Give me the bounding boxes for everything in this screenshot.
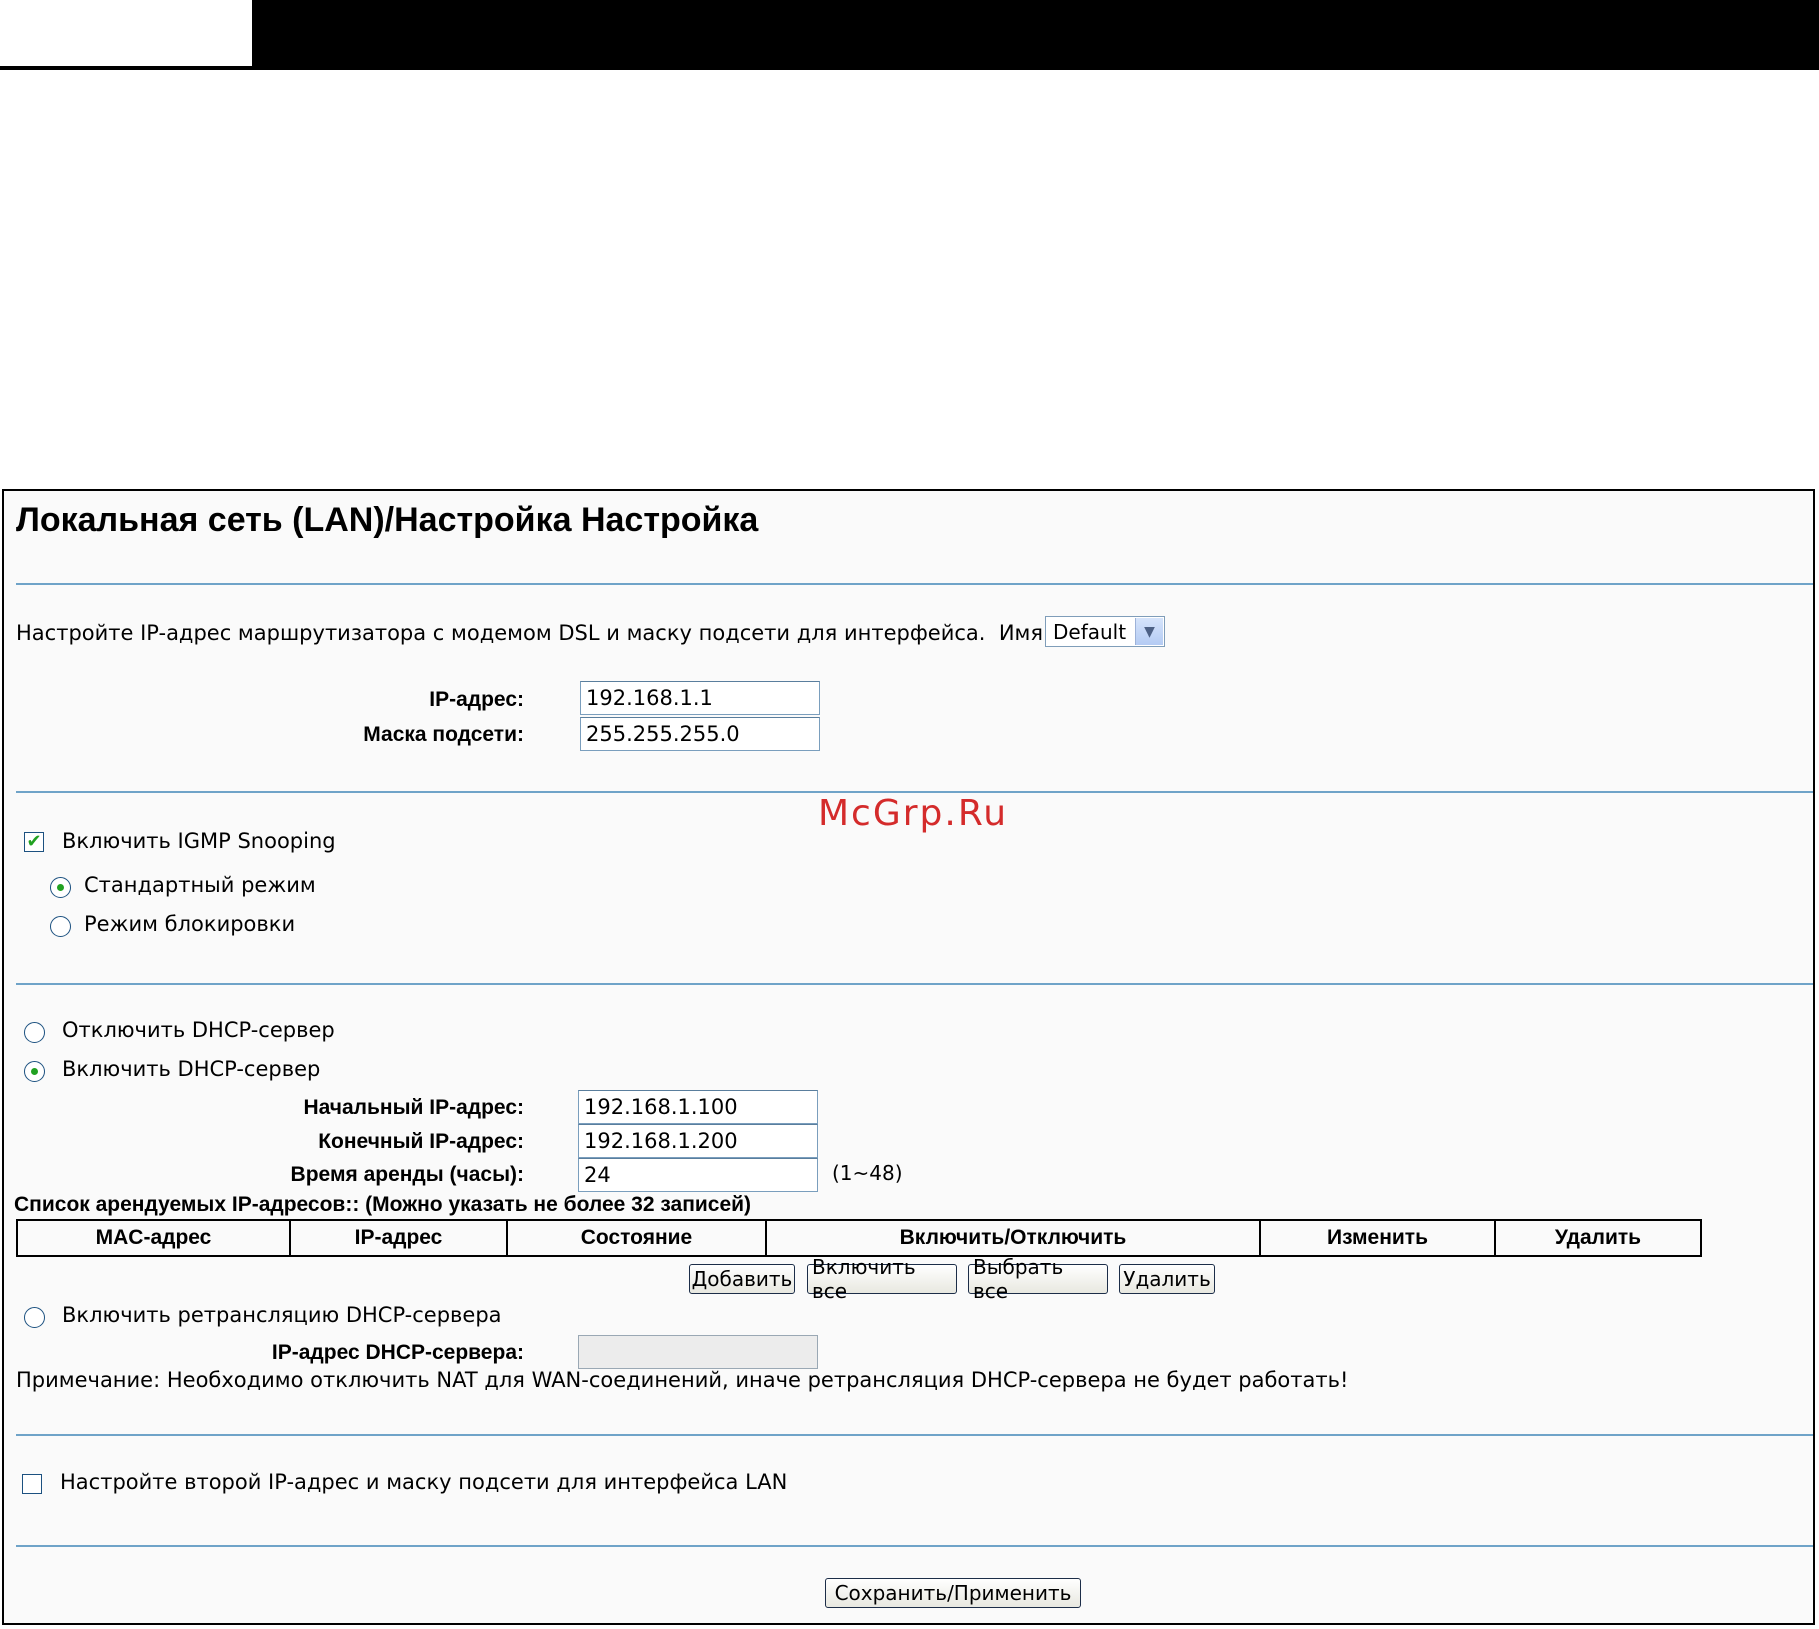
column-mac-address: MAC-адрес (16, 1219, 291, 1257)
igmp-snooping-checkbox[interactable]: ✔ (24, 832, 44, 852)
end-ip-label: Конечный IP-адрес: (318, 1130, 524, 1153)
group-name-value: Default (1053, 620, 1127, 644)
group-name-select[interactable]: Default ▼ (1045, 616, 1165, 647)
dhcp-server-ip-label: IP-адрес DHCP-сервера: (271, 1341, 524, 1364)
watermark: McGrp.Ru (818, 793, 1009, 834)
dhcp-server-ip-input[interactable] (578, 1335, 818, 1369)
dhcp-enable-radio[interactable] (24, 1061, 45, 1082)
column-ip-address: IP-адрес (289, 1219, 508, 1257)
divider (16, 983, 1813, 985)
secondary-ip-checkbox[interactable] (22, 1474, 42, 1494)
ip-address-label: IP-адрес: (429, 688, 524, 711)
dhcp-disable-label: Отключить DHCP-сервер (62, 1018, 335, 1042)
chevron-down-icon[interactable]: ▼ (1135, 618, 1163, 645)
lan-setup-panel: Локальная сеть (LAN)/Настройка Настройка… (2, 489, 1815, 1625)
top-bar-underline (0, 66, 1819, 70)
igmp-standard-mode-radio[interactable] (50, 877, 71, 898)
lease-time-input[interactable]: 24 (578, 1158, 818, 1192)
dhcp-relay-radio[interactable] (24, 1307, 45, 1328)
subnet-mask-label: Маска подсети: (363, 723, 524, 746)
dhcp-disable-radio[interactable] (24, 1022, 45, 1043)
start-ip-input[interactable]: 192.168.1.100 (578, 1090, 818, 1124)
column-delete: Удалить (1494, 1219, 1702, 1257)
igmp-blocking-mode-label: Режим блокировки (84, 912, 296, 936)
intro-text: Настройте IP-адрес маршрутизатора с моде… (16, 621, 1131, 645)
subnet-mask-input[interactable]: 255.255.255.0 (580, 717, 820, 751)
relay-note: Примечание: Необходимо отключить NAT для… (16, 1368, 1349, 1392)
column-edit: Изменить (1259, 1219, 1496, 1257)
page-title: Локальная сеть (LAN)/Настройка Настройка (16, 501, 759, 539)
enable-all-button[interactable]: Включить все (807, 1255, 957, 1303)
divider (16, 1434, 1813, 1436)
top-black-bar (0, 0, 1819, 70)
lease-time-hint: (1~48) (832, 1161, 903, 1185)
divider (16, 1545, 1813, 1547)
ip-address-input[interactable]: 192.168.1.1 (580, 681, 820, 715)
column-status: Состояние (506, 1219, 767, 1257)
add-button[interactable]: Добавить (689, 1264, 795, 1294)
select-all-button[interactable]: Выбрать все (968, 1255, 1108, 1303)
lease-time-label: Время аренды (часы): (290, 1163, 524, 1186)
intro-text-content: Настройте IP-адрес маршрутизатора с моде… (16, 621, 986, 645)
dhcp-relay-label: Включить ретрансляцию DHCP-сервера (62, 1303, 502, 1327)
start-ip-label: Начальный IP-адрес: (303, 1096, 524, 1119)
secondary-ip-label: Настройте второй IP-адрес и маску подсет… (60, 1470, 788, 1494)
lease-table-header: MAC-адрес IP-адрес Состояние Включить/От… (16, 1219, 1702, 1257)
divider (16, 583, 1813, 585)
save-apply-button[interactable]: Сохранить/Применить (825, 1578, 1081, 1608)
end-ip-input[interactable]: 192.168.1.200 (578, 1124, 818, 1158)
igmp-blocking-mode-radio[interactable] (50, 916, 71, 937)
igmp-snooping-label: Включить IGMP Snooping (62, 829, 336, 853)
column-enable-disable: Включить/Отключить (765, 1219, 1261, 1257)
lease-list-title: Список арендуемых IP-адресов:: (Можно ук… (14, 1193, 752, 1216)
top-white-tab (0, 0, 252, 66)
lease-table: MAC-адрес IP-адрес Состояние Включить/От… (16, 1219, 1702, 1257)
checkmark-icon: ✔ (26, 831, 42, 852)
igmp-standard-mode-label: Стандартный режим (84, 873, 316, 897)
delete-button[interactable]: Удалить (1119, 1264, 1215, 1294)
dhcp-enable-label: Включить DHCP-сервер (62, 1057, 321, 1081)
